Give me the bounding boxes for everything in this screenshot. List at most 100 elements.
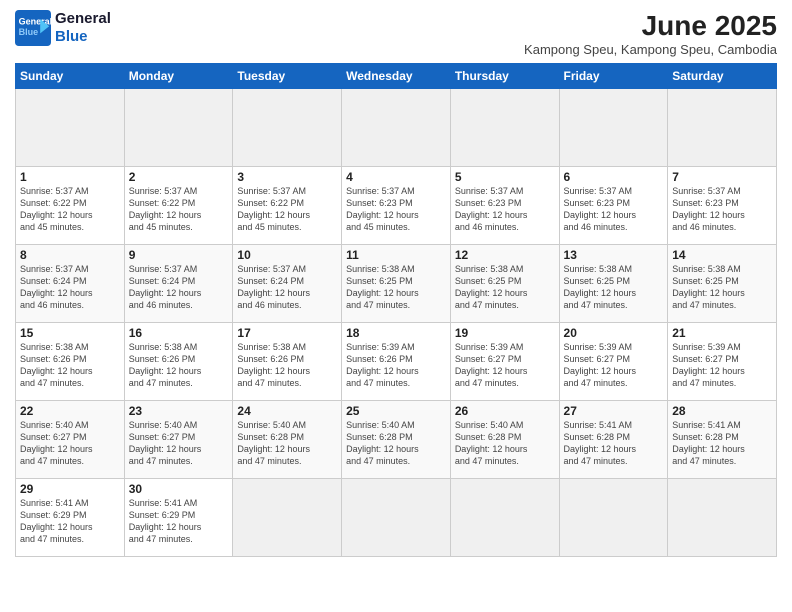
day-number: 2 [129,170,229,184]
day-cell: 15Sunrise: 5:38 AMSunset: 6:26 PMDayligh… [16,323,125,401]
calendar-table: Sunday Monday Tuesday Wednesday Thursday… [15,63,777,557]
logo: General Blue General Blue [15,10,111,46]
day-cell: 1Sunrise: 5:37 AMSunset: 6:22 PMDaylight… [16,167,125,245]
week-row-3: 15 Sunrise: 5:38 AMSunset: 6:26 PMDayligh… [16,323,777,401]
day-info: Sunrise: 5:37 AMSunset: 6:22 PMDaylight:… [237,185,337,234]
day-cell: 23Sunrise: 5:40 AMSunset: 6:27 PMDayligh… [124,401,233,479]
day-info: Sunrise: 5:38 AMSunset: 6:25 PMDaylight:… [564,263,664,312]
day-number: 11 [346,248,446,262]
day-number: 9 [129,248,229,262]
day-cell: 6Sunrise: 5:37 AMSunset: 6:23 PMDaylight… [559,167,668,245]
day-info: Sunrise: 5:40 AMSunset: 6:28 PMDaylight:… [455,419,555,468]
day-number: 16 [129,326,229,340]
day-number: 26 [455,404,555,418]
th-tuesday: Tuesday [233,64,342,89]
day-cell: 28Sunrise: 5:41 AMSunset: 6:28 PMDayligh… [668,401,777,479]
day-cell: 13Sunrise: 5:38 AMSunset: 6:25 PMDayligh… [559,245,668,323]
day-cell [450,479,559,557]
day-cell: 16Sunrise: 5:38 AMSunset: 6:26 PMDayligh… [124,323,233,401]
week-row-1: 1Sunrise: 5:37 AMSunset: 6:22 PMDaylight… [16,167,777,245]
day-info: Sunrise: 5:37 AMSunset: 6:24 PMDaylight:… [20,263,120,312]
day-number: 7 [672,170,772,184]
th-monday: Monday [124,64,233,89]
day-info: Sunrise: 5:38 AMSunset: 6:25 PMDaylight:… [455,263,555,312]
day-cell [342,89,451,167]
day-number: 21 [672,326,772,340]
day-cell [668,479,777,557]
day-info: Sunrise: 5:38 AMSunset: 6:25 PMDaylight:… [346,263,446,312]
header: General Blue General Blue June 2025 Kamp… [15,10,777,57]
week-row-0 [16,89,777,167]
day-cell: 4Sunrise: 5:37 AMSunset: 6:23 PMDaylight… [342,167,451,245]
day-cell: 7Sunrise: 5:37 AMSunset: 6:23 PMDaylight… [668,167,777,245]
svg-text:Blue: Blue [19,27,39,37]
day-cell: 20Sunrise: 5:39 AMSunset: 6:27 PMDayligh… [559,323,668,401]
header-row: Sunday Monday Tuesday Wednesday Thursday… [16,64,777,89]
th-wednesday: Wednesday [342,64,451,89]
day-info: Sunrise: 5:39 AMSunset: 6:27 PMDaylight:… [564,341,664,390]
day-info: Sunrise: 5:39 AMSunset: 6:27 PMDaylight:… [672,341,772,390]
day-info: Sunrise: 5:39 AMSunset: 6:26 PMDaylight:… [346,341,446,390]
day-info: Sunrise: 5:37 AMSunset: 6:24 PMDaylight:… [237,263,337,312]
day-number: 19 [455,326,555,340]
week-row-5: 29Sunrise: 5:41 AMSunset: 6:29 PMDayligh… [16,479,777,557]
day-info: Sunrise: 5:37 AMSunset: 6:23 PMDaylight:… [455,185,555,234]
day-number: 15 [20,326,120,340]
th-friday: Friday [559,64,668,89]
th-saturday: Saturday [668,64,777,89]
day-cell [342,479,451,557]
day-cell [668,89,777,167]
day-cell: 17Sunrise: 5:38 AMSunset: 6:26 PMDayligh… [233,323,342,401]
day-number: 18 [346,326,446,340]
day-cell: 24Sunrise: 5:40 AMSunset: 6:28 PMDayligh… [233,401,342,479]
day-cell [233,89,342,167]
day-info: Sunrise: 5:37 AMSunset: 6:22 PMDaylight:… [129,185,229,234]
day-info: Sunrise: 5:37 AMSunset: 6:22 PMDaylight:… [20,185,120,234]
day-number: 1 [20,170,120,184]
day-info: Sunrise: 5:37 AMSunset: 6:23 PMDaylight:… [346,185,446,234]
title-block: June 2025 Kampong Speu, Kampong Speu, Ca… [524,10,777,57]
day-cell: 10Sunrise: 5:37 AMSunset: 6:24 PMDayligh… [233,245,342,323]
day-info: Sunrise: 5:41 AMSunset: 6:29 PMDaylight:… [20,497,120,546]
day-cell: 14Sunrise: 5:38 AMSunset: 6:25 PMDayligh… [668,245,777,323]
day-number: 4 [346,170,446,184]
day-info: Sunrise: 5:38 AMSunset: 6:26 PMDaylight:… [129,341,229,390]
logo-line2: Blue [55,28,88,45]
day-number: 8 [20,248,120,262]
week-row-2: 8Sunrise: 5:37 AMSunset: 6:24 PMDaylight… [16,245,777,323]
day-number: 13 [564,248,664,262]
day-number: 14 [672,248,772,262]
day-number: 25 [346,404,446,418]
day-number: 22 [20,404,120,418]
day-info: Sunrise: 5:40 AMSunset: 6:27 PMDaylight:… [129,419,229,468]
day-info: Sunrise: 5:40 AMSunset: 6:28 PMDaylight:… [237,419,337,468]
day-cell: 25Sunrise: 5:40 AMSunset: 6:28 PMDayligh… [342,401,451,479]
day-cell: 11Sunrise: 5:38 AMSunset: 6:25 PMDayligh… [342,245,451,323]
day-number: 29 [20,482,120,496]
day-info: Sunrise: 5:40 AMSunset: 6:28 PMDaylight:… [346,419,446,468]
day-cell: 29Sunrise: 5:41 AMSunset: 6:29 PMDayligh… [16,479,125,557]
th-sunday: Sunday [16,64,125,89]
day-cell [16,89,125,167]
day-cell: 9Sunrise: 5:37 AMSunset: 6:24 PMDaylight… [124,245,233,323]
day-info: Sunrise: 5:37 AMSunset: 6:23 PMDaylight:… [564,185,664,234]
th-thursday: Thursday [450,64,559,89]
day-cell: 3Sunrise: 5:37 AMSunset: 6:22 PMDaylight… [233,167,342,245]
day-cell: 12Sunrise: 5:38 AMSunset: 6:25 PMDayligh… [450,245,559,323]
day-cell: 2Sunrise: 5:37 AMSunset: 6:22 PMDaylight… [124,167,233,245]
day-info: Sunrise: 5:41 AMSunset: 6:28 PMDaylight:… [564,419,664,468]
day-number: 27 [564,404,664,418]
day-cell: 27Sunrise: 5:41 AMSunset: 6:28 PMDayligh… [559,401,668,479]
day-number: 5 [455,170,555,184]
day-number: 6 [564,170,664,184]
calendar-title: June 2025 [524,10,777,42]
day-info: Sunrise: 5:39 AMSunset: 6:27 PMDaylight:… [455,341,555,390]
day-cell [559,89,668,167]
day-info: Sunrise: 5:37 AMSunset: 6:23 PMDaylight:… [672,185,772,234]
day-cell: 21Sunrise: 5:39 AMSunset: 6:27 PMDayligh… [668,323,777,401]
page: General Blue General Blue June 2025 Kamp… [0,0,792,612]
day-cell: 18Sunrise: 5:39 AMSunset: 6:26 PMDayligh… [342,323,451,401]
calendar-subtitle: Kampong Speu, Kampong Speu, Cambodia [524,42,777,57]
day-info: Sunrise: 5:41 AMSunset: 6:28 PMDaylight:… [672,419,772,468]
day-cell: 22Sunrise: 5:40 AMSunset: 6:27 PMDayligh… [16,401,125,479]
